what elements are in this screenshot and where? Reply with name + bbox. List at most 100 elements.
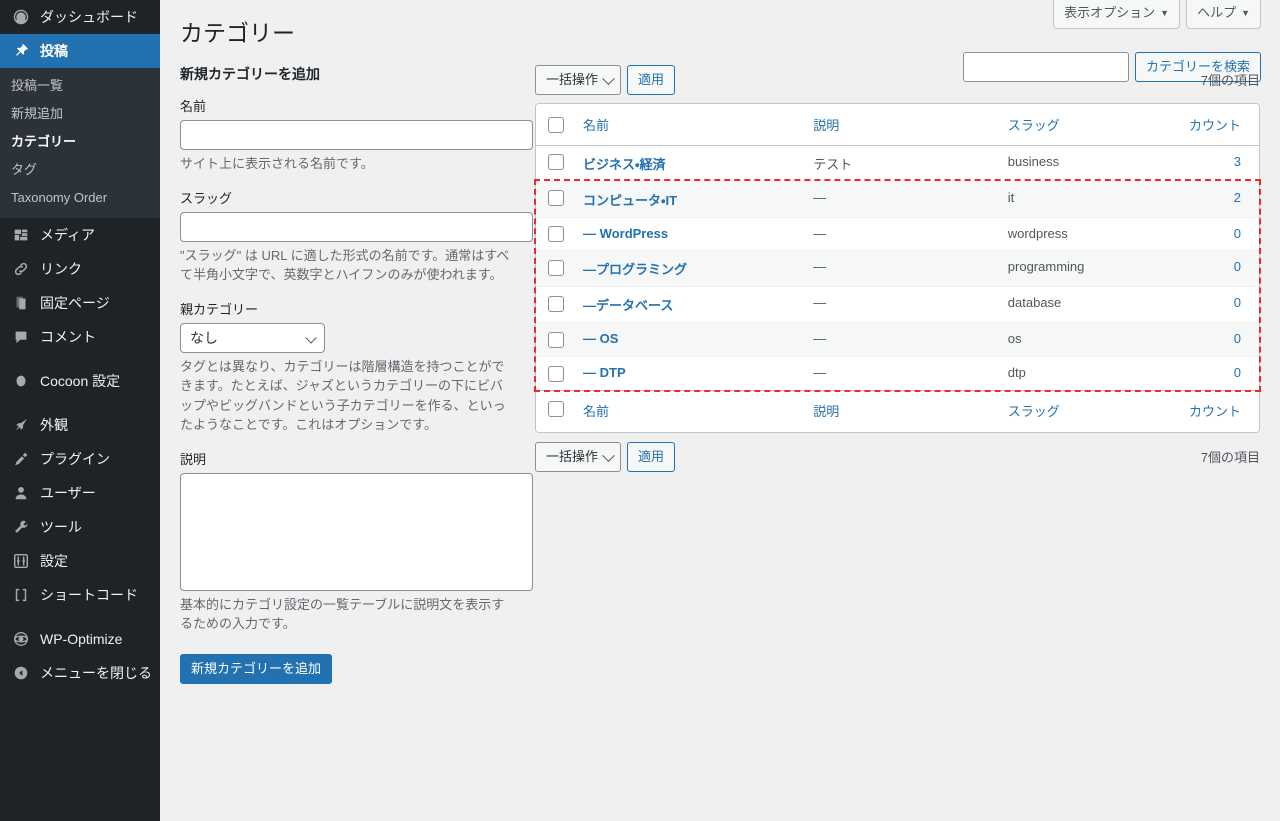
bulk-actions-bottom: 一括操作 適用 xyxy=(535,441,676,472)
sidebar-item-links[interactable]: リンク xyxy=(0,252,160,286)
sidebar-item-posts[interactable]: 投稿 xyxy=(0,34,160,68)
cell-name: — DTP xyxy=(573,356,804,390)
row-checkbox[interactable] xyxy=(548,226,564,243)
table-body: ビジネス・経済 テスト business 3 コンピュータ・IT — it 2— WordPr… xyxy=(536,146,1259,390)
category-count-link[interactable]: 3 xyxy=(1234,154,1241,169)
pin-icon xyxy=(11,41,31,61)
sidebar-item-collapse-menu[interactable]: メニューを閉じる xyxy=(0,656,160,690)
row-checkbox[interactable] xyxy=(548,296,564,313)
category-count-link[interactable]: 0 xyxy=(1234,259,1241,274)
bulk-action-select-top[interactable]: 一括操作 xyxy=(535,64,622,95)
parent-category-select[interactable]: なし xyxy=(180,322,325,353)
sidebar-item-dashboard[interactable]: ダッシュボード xyxy=(0,0,160,34)
sidebar-item-media[interactable]: メディア xyxy=(0,218,160,252)
cell-slug: os xyxy=(997,322,1179,357)
column-header-slug[interactable]: スラッグ xyxy=(997,103,1179,146)
parent-category-description: タグとは異なり、カテゴリーは階層構造を持つことができます。たとえば、ジャズという… xyxy=(180,358,506,433)
category-name-link[interactable]: — OS xyxy=(583,331,618,346)
sidebar-item-pages[interactable]: 固定ページ xyxy=(0,286,160,320)
category-name-link[interactable]: — WordPress xyxy=(583,226,668,241)
submenu-item-tags[interactable]: タグ xyxy=(0,156,160,184)
select-all-checkbox-top[interactable] xyxy=(548,116,564,133)
submenu-item-all-posts[interactable]: 投稿一覧 xyxy=(0,72,160,100)
apply-button-bottom[interactable]: 適用 xyxy=(627,441,676,472)
user-icon xyxy=(11,483,31,503)
slug-input[interactable] xyxy=(180,211,533,242)
column-footer-count[interactable]: カウント xyxy=(1178,389,1259,432)
sidebar-item-plugins[interactable]: プラグイン xyxy=(0,442,160,476)
content-columns: 新規カテゴリーを追加 名前 サイト上に表示される名前です。 スラッグ "スラッグ… xyxy=(160,64,1280,684)
submenu-item-taxonomy-order[interactable]: Taxonomy Order xyxy=(0,184,160,212)
submenu-item-categories[interactable]: カテゴリー xyxy=(0,128,160,156)
table-row[interactable]: —データベース — database 0 xyxy=(536,286,1259,322)
description-textarea[interactable] xyxy=(180,472,533,591)
sidebar-item-appearance[interactable]: 外観 xyxy=(0,408,160,442)
table-row[interactable]: コンピュータ・IT — it 2 xyxy=(536,180,1259,217)
category-count-link[interactable]: 0 xyxy=(1234,365,1241,380)
column-footer-slug[interactable]: スラッグ xyxy=(997,389,1179,432)
column-header-name[interactable]: 名前 xyxy=(573,103,804,146)
select-all-checkbox-bottom[interactable] xyxy=(548,401,564,418)
category-count-link[interactable]: 0 xyxy=(1234,226,1241,241)
sidebar-item-comments[interactable]: コメント xyxy=(0,320,160,354)
table-row[interactable]: — DTP — dtp 0 xyxy=(536,356,1259,390)
table-row[interactable]: —プログラミング — programming 0 xyxy=(536,250,1259,287)
tools-icon xyxy=(11,517,31,537)
cell-slug: it xyxy=(997,180,1179,217)
sidebar-item-shortcode[interactable]: ショートコード xyxy=(0,578,160,612)
chevron-down-icon: ▼ xyxy=(1241,8,1250,18)
table-foot: 名前 説明 スラッグ カウント xyxy=(536,389,1259,432)
cell-count: 0 xyxy=(1178,286,1259,322)
row-select-cell xyxy=(536,146,573,181)
table-row[interactable]: — WordPress — wordpress 0 xyxy=(536,216,1259,251)
sidebar-item-label: 設定 xyxy=(40,553,68,569)
row-checkbox[interactable] xyxy=(548,154,564,171)
apply-button-top[interactable]: 適用 xyxy=(627,64,676,95)
help-button[interactable]: ヘルプ ▼ xyxy=(1186,0,1261,29)
sidebar-item-tools[interactable]: ツール xyxy=(0,510,160,544)
category-name-link[interactable]: ビジネス・経済 xyxy=(583,157,665,172)
comment-icon xyxy=(11,327,31,347)
row-checkbox[interactable] xyxy=(548,260,564,277)
chevron-down-icon: ▼ xyxy=(1160,8,1170,18)
column-footer-description[interactable]: 説明 xyxy=(803,389,998,432)
category-name-link[interactable]: —プログラミング xyxy=(583,262,687,277)
column-header-description[interactable]: 説明 xyxy=(803,103,998,146)
sidebar-item-settings[interactable]: 設定 xyxy=(0,544,160,578)
category-count-link[interactable]: 0 xyxy=(1234,331,1241,346)
item-count-top: 7個の項目 xyxy=(1200,73,1260,89)
bulk-action-select-bottom[interactable]: 一括操作 xyxy=(535,441,622,472)
column-header-count[interactable]: カウント xyxy=(1178,103,1259,146)
bulk-actions-top: 一括操作 適用 xyxy=(535,64,676,95)
table-row[interactable]: — OS — os 0 xyxy=(536,322,1259,357)
row-checkbox[interactable] xyxy=(548,190,564,207)
sidebar-item-cocoon-settings[interactable]: Cocoon 設定 xyxy=(0,364,160,398)
name-label: 名前 xyxy=(180,99,207,115)
name-input[interactable] xyxy=(180,120,533,151)
table-footer-row: 名前 説明 スラッグ カウント xyxy=(536,389,1259,432)
sidebar-item-users[interactable]: ユーザー xyxy=(0,476,160,510)
category-count-link[interactable]: 2 xyxy=(1234,190,1241,205)
screen-options-button[interactable]: 表示オプション ▼ xyxy=(1053,0,1181,29)
cell-name: —データベース xyxy=(573,286,804,322)
select-all-footer xyxy=(536,389,574,432)
categories-table-section: 一括操作 適用 7個の項目 名前 説明 スラッグ カウント ビジネス・経済 テス… xyxy=(535,64,1260,472)
category-name-link[interactable]: — DTP xyxy=(583,365,626,380)
add-category-submit-button[interactable]: 新規カテゴリーを追加 xyxy=(180,653,333,684)
field-slug: スラッグ "スラッグ" は URL に適した形式の名前です。通常はすべて半角小文… xyxy=(180,188,533,285)
sidebar-item-wp-optimize[interactable]: WP-Optimize xyxy=(0,622,160,656)
field-name: 名前 サイト上に表示される名前です。 xyxy=(180,96,533,174)
field-description: 説明 基本的にカテゴリ設定の一覧テーブルに説明文を表示するための入力です。 xyxy=(180,449,533,634)
category-name-link[interactable]: —データベース xyxy=(583,298,673,313)
table-row[interactable]: ビジネス・経済 テスト business 3 xyxy=(536,146,1259,181)
row-checkbox[interactable] xyxy=(548,332,564,349)
column-footer-name[interactable]: 名前 xyxy=(573,389,804,432)
category-name-link[interactable]: コンピュータ・IT xyxy=(583,193,677,208)
cell-count: 2 xyxy=(1178,180,1259,217)
row-checkbox[interactable] xyxy=(548,365,564,382)
submenu-item-add-new[interactable]: 新規追加 xyxy=(0,100,160,128)
category-count-link[interactable]: 0 xyxy=(1234,295,1241,310)
wp-admin-screen: ダッシュボード 投稿 投稿一覧 新規追加 カテゴリー タグ Taxonomy O… xyxy=(0,0,1280,821)
chevron-down-icon xyxy=(602,448,615,462)
table-header-row: 名前 説明 スラッグ カウント xyxy=(536,103,1259,146)
